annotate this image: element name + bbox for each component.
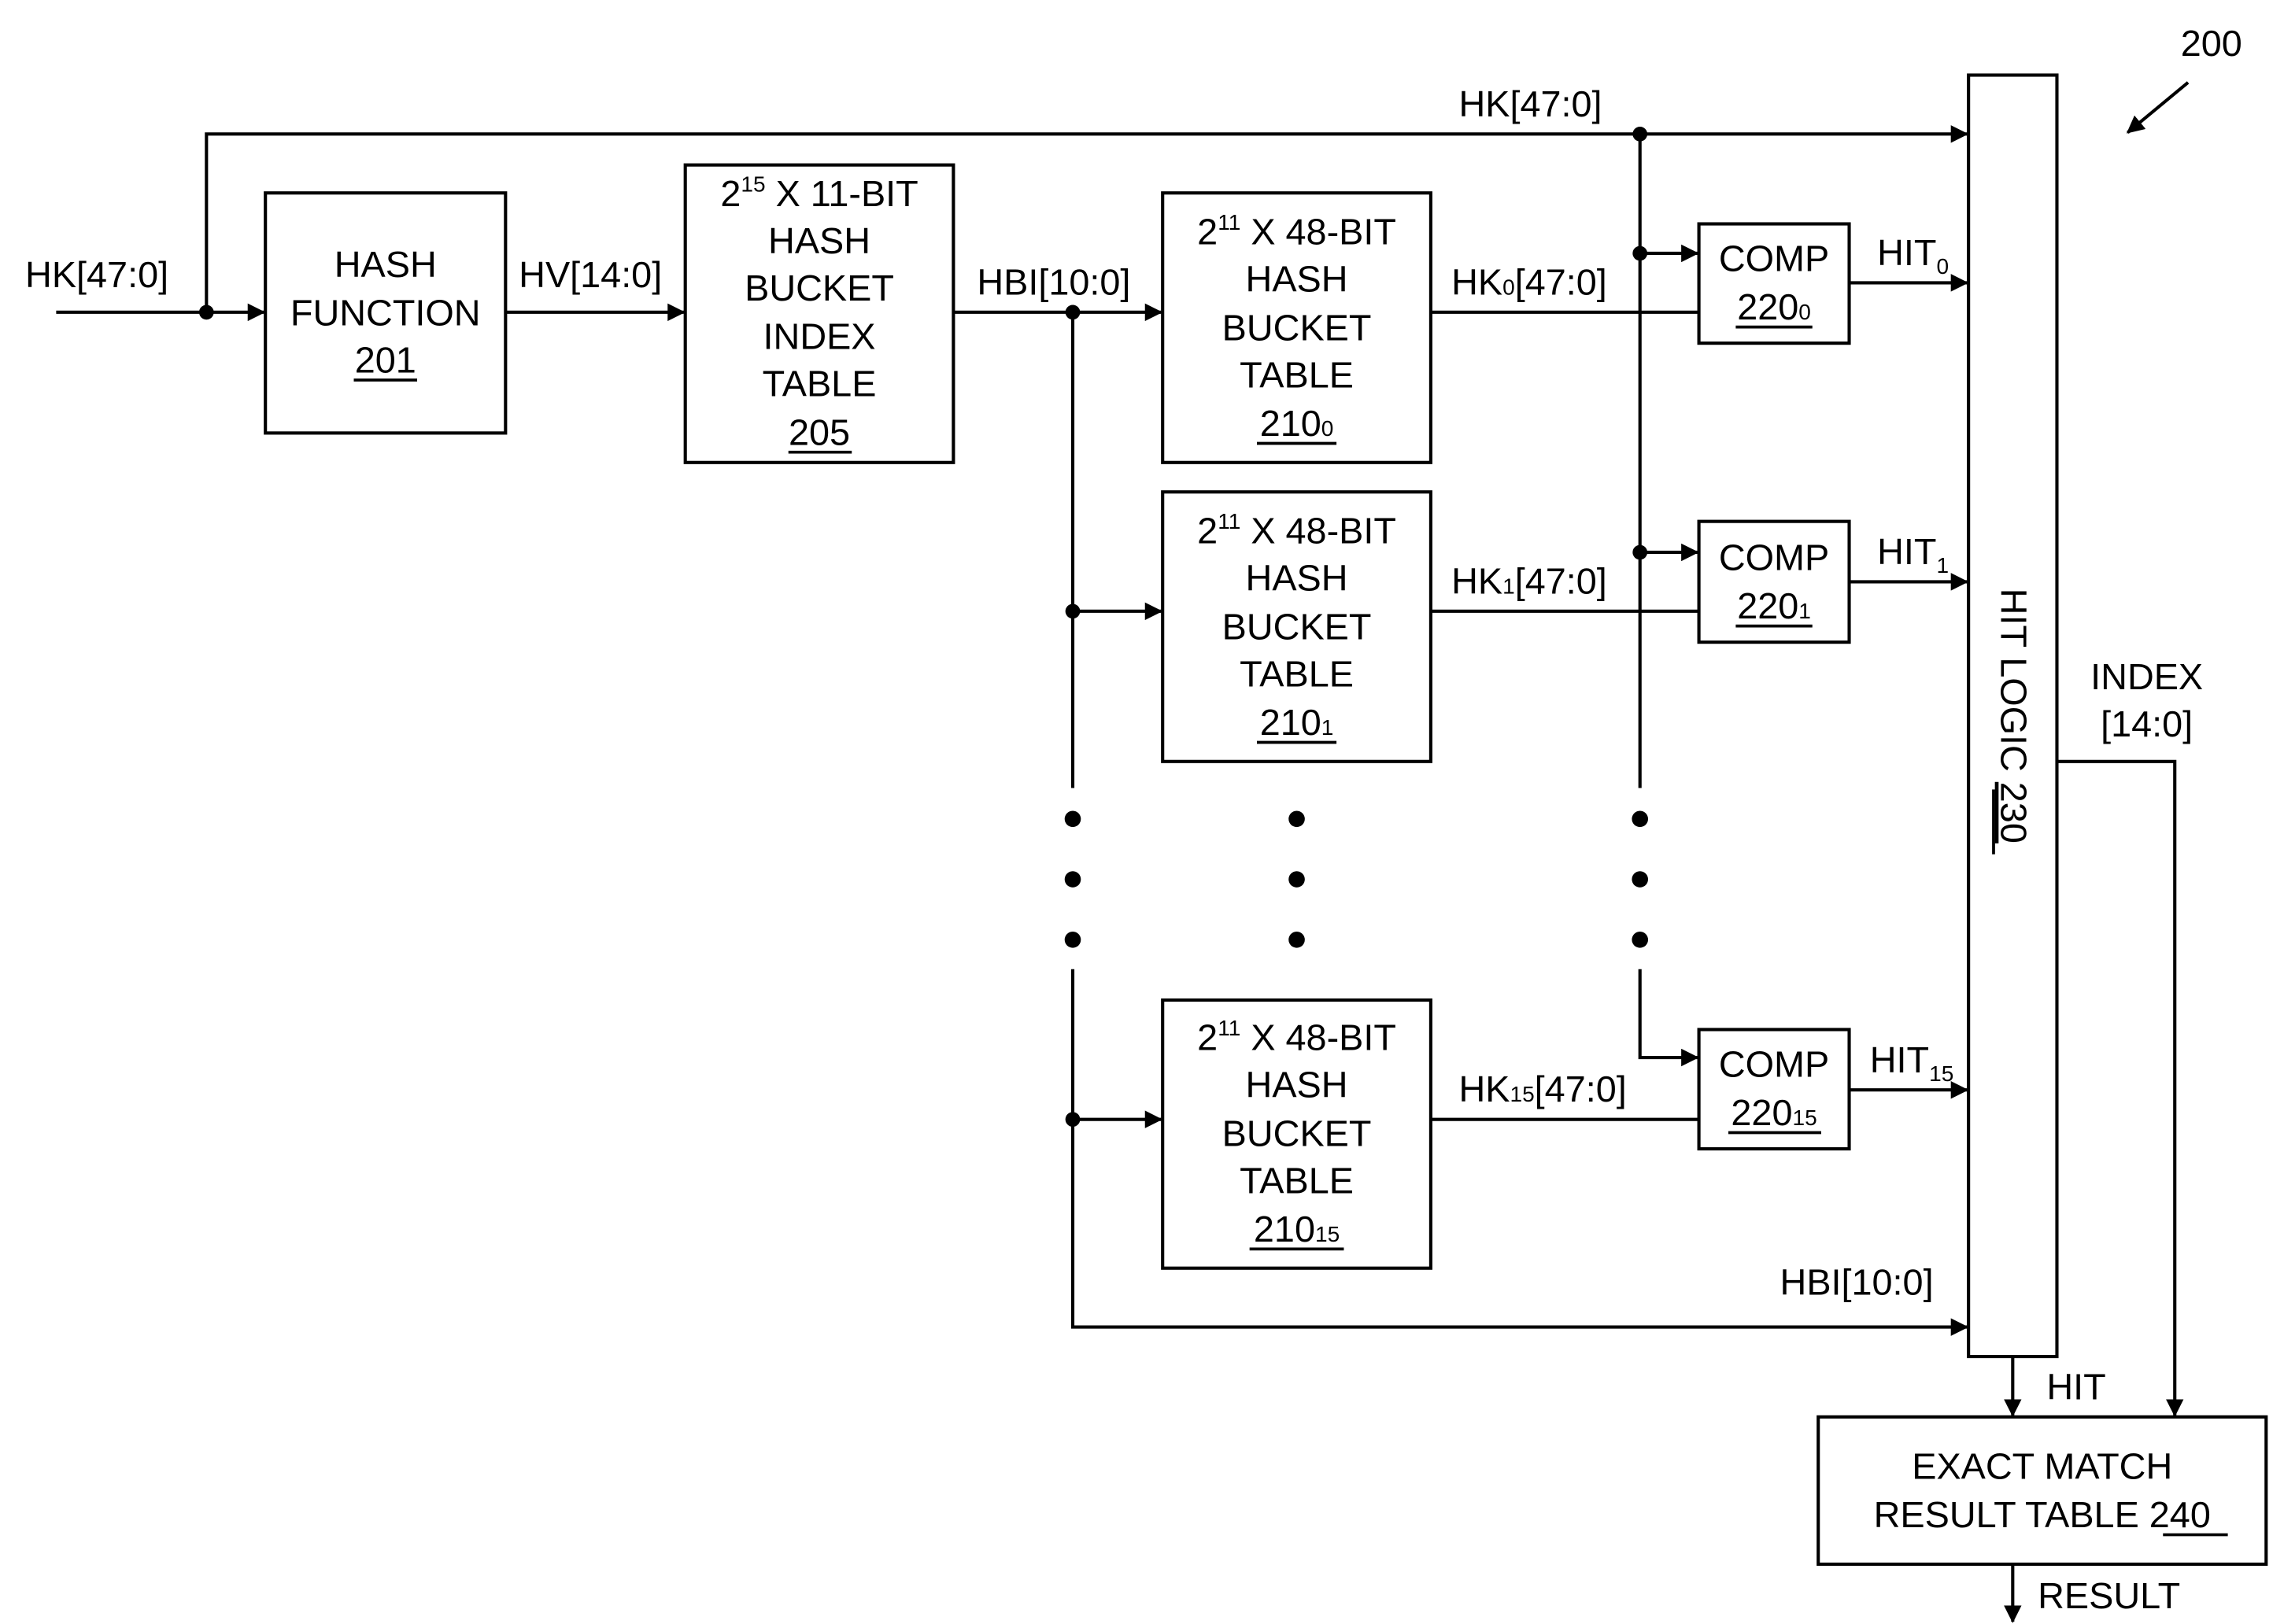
hk-to-comp-15 <box>1638 969 1699 1067</box>
svg-text:COMP: COMP <box>1719 537 1829 578</box>
svg-text:TABLE: TABLE <box>1240 653 1354 694</box>
svg-text:FUNCTION: FUNCTION <box>290 293 481 334</box>
svg-text:BUCKET: BUCKET <box>1222 307 1372 348</box>
hk0-label: HK0[47:0] <box>1451 261 1607 302</box>
hit1-label: HIT1 <box>1877 531 1949 578</box>
svg-text:BUCKET: BUCKET <box>1222 606 1372 647</box>
hbi-label: HBI[10:0] <box>977 261 1130 302</box>
svg-text:EXACT MATCH: EXACT MATCH <box>1912 1445 2172 1486</box>
comparator-0: COMP 2200 <box>1697 222 1851 345</box>
comparator-15: COMP 22015 <box>1697 1028 1851 1151</box>
hash-bucket-table-1: 211 X 48-BIT HASH BUCKET TABLE 2101 <box>1161 490 1432 763</box>
svg-text:HASH: HASH <box>1246 259 1348 300</box>
hv-label: HV[14:0] <box>519 254 662 295</box>
figure-ref-arrow <box>2126 81 2190 135</box>
svg-text:TABLE: TABLE <box>1240 1160 1354 1201</box>
hit0-label: HIT0 <box>1877 232 1949 279</box>
svg-text:HASH: HASH <box>768 220 870 261</box>
hit-label: HIT <box>2046 1366 2105 1407</box>
hk1-label: HK1[47:0] <box>1451 560 1607 601</box>
index-label-line2: [14:0] <box>2101 703 2193 744</box>
hash-lookup-block-diagram: 200 HK[47:0] HK[47:0] HASH FUNCTION 201 … <box>25 23 2268 1623</box>
svg-text:RESULT TABLE 240: RESULT TABLE 240 <box>1874 1494 2211 1535</box>
hash-bucket-table-15: 211 X 48-BIT HASH BUCKET TABLE 21015 <box>1161 998 1432 1270</box>
svg-text:HASH: HASH <box>1246 1065 1348 1105</box>
svg-text:COMP: COMP <box>1719 238 1829 279</box>
input-hk-label: HK[47:0] <box>25 254 168 295</box>
svg-text:HIT LOGIC 230: HIT LOGIC 230 <box>1993 589 2034 843</box>
svg-text:BUCKET: BUCKET <box>745 268 894 308</box>
hk-bus-label: HK[47:0] <box>1458 83 1602 124</box>
svg-text:HASH: HASH <box>334 244 437 285</box>
svg-text:HASH: HASH <box>1246 558 1348 599</box>
hash-function-block: HASH FUNCTION 201 <box>264 191 508 435</box>
comparator-1: COMP 2201 <box>1697 519 1851 644</box>
result-label: RESULT <box>2038 1575 2180 1616</box>
hk15-label: HK15[47:0] <box>1458 1069 1626 1109</box>
ellipsis-dots <box>1064 810 1649 948</box>
svg-text:INDEX: INDEX <box>763 316 876 357</box>
svg-text:TABLE: TABLE <box>1240 354 1354 395</box>
hit-logic-block: HIT LOGIC 230 <box>1967 73 2059 1359</box>
exact-match-result-table: EXACT MATCH RESULT TABLE 240 <box>1816 1415 2268 1567</box>
figure-ref-label: 200 <box>2181 23 2242 64</box>
hash-bucket-index-table: 215 X 11-BIT HASH BUCKET INDEX TABLE 205 <box>683 163 955 464</box>
svg-text:TABLE: TABLE <box>763 364 877 404</box>
hbi-to-hit-logic-label: HBI[10:0] <box>1780 1261 1934 1302</box>
index-wire <box>2057 759 2184 1417</box>
index-label-line1: INDEX <box>2090 656 2203 697</box>
hit15-label: HIT15 <box>1870 1039 1954 1086</box>
svg-text:BUCKET: BUCKET <box>1222 1113 1372 1153</box>
svg-text:201: 201 <box>355 340 416 381</box>
svg-text:205: 205 <box>789 412 850 452</box>
svg-text:COMP: COMP <box>1719 1043 1829 1084</box>
hash-bucket-table-0: 211 X 48-BIT HASH BUCKET TABLE 2100 <box>1161 191 1432 464</box>
